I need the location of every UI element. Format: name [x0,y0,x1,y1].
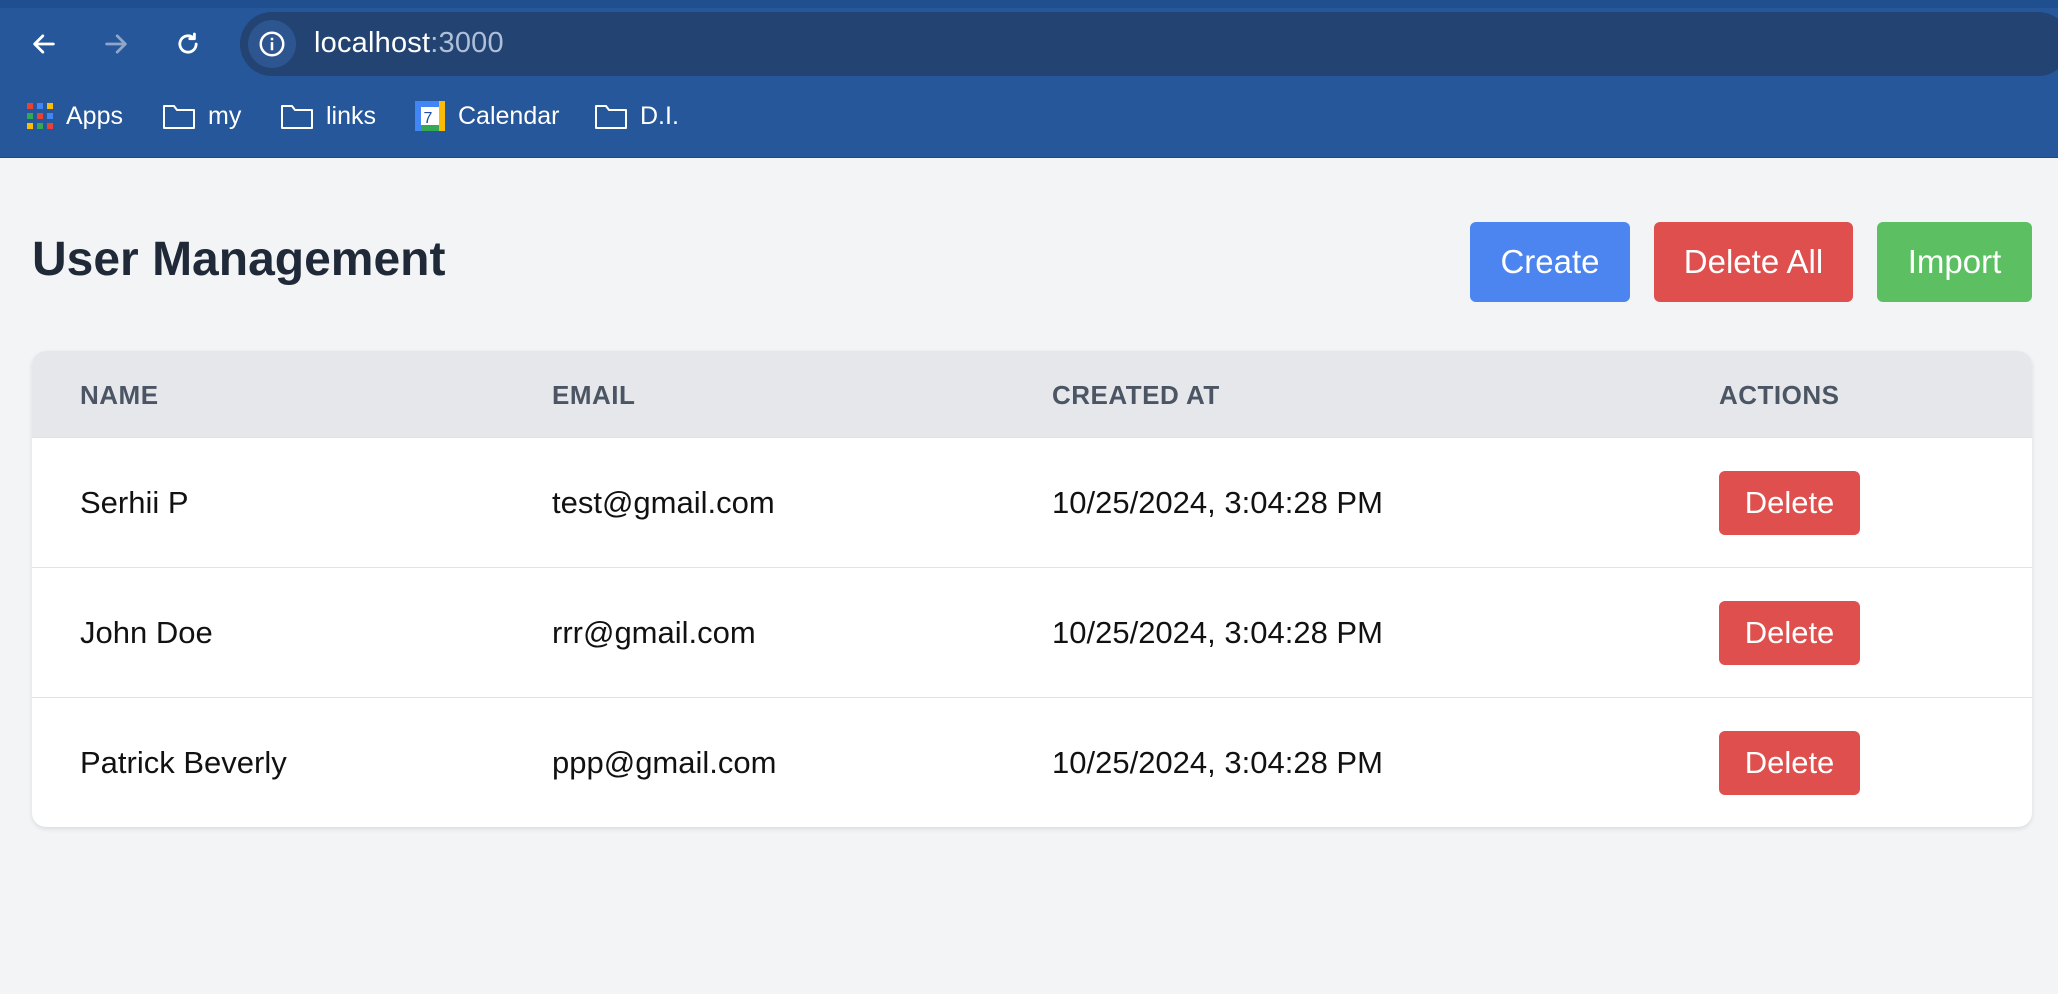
bookmark-apps[interactable]: Apps [26,96,123,136]
cell-created-at: 10/25/2024, 3:04:28 PM [1052,615,1383,650]
delete-all-button[interactable]: Delete All [1654,222,1853,302]
users-table: NAME EMAIL CREATED AT ACTIONS Serhii P t… [32,351,2032,827]
forward-button[interactable] [94,22,138,66]
delete-user-button[interactable]: Delete [1719,731,1860,795]
column-header-name: NAME [80,380,159,410]
folder-icon [281,105,313,129]
address-bar[interactable]: localhost:3000 [240,12,2058,76]
table-row: John Doe rrr@gmail.com 10/25/2024, 3:04:… [32,567,2032,697]
delete-user-button[interactable]: Delete [1719,471,1860,535]
cell-name: Serhii P [80,485,189,520]
column-header-actions: ACTIONS [1719,380,1840,410]
table-header: NAME EMAIL CREATED AT ACTIONS [32,351,2032,437]
reload-button[interactable] [166,22,210,66]
browser-chrome: localhost:3000 Apps my links 7 Calendar … [0,0,2058,158]
arrow-left-icon [33,34,55,54]
table-row: Patrick Beverly ppp@gmail.com 10/25/2024… [32,697,2032,827]
folder-icon [595,105,627,129]
bookmark-label: my [208,101,242,130]
url-host: localhost [314,27,431,59]
bookmark-di[interactable]: D.I. [594,96,679,136]
cell-created-at: 10/25/2024, 3:04:28 PM [1052,745,1383,780]
bookmark-label: links [326,101,377,130]
bookmark-label: D.I. [640,101,679,130]
back-button[interactable] [22,22,66,66]
calendar-badge: 7 [424,110,433,127]
reload-icon [178,32,198,54]
table-row: Serhii P test@gmail.com 10/25/2024, 3:04… [32,437,2032,567]
cell-created-at: 10/25/2024, 3:04:28 PM [1052,485,1383,520]
bookmark-label: Apps [66,101,123,130]
cell-name: Patrick Beverly [80,745,287,780]
calendar-icon: 7 [415,101,445,131]
bookmark-my[interactable]: my [162,96,241,136]
import-button[interactable]: Import [1877,222,2032,302]
url-port: :3000 [430,27,504,59]
tab-strip [0,0,2058,8]
page-title: User Management [32,233,446,286]
bookmarks-bar: Apps my links 7 Calendar D.I. [0,96,2058,136]
column-header-email: EMAIL [552,380,636,410]
cell-email: ppp@gmail.com [552,745,777,780]
bookmark-calendar[interactable]: 7 Calendar [414,96,559,136]
column-header-created-at: CREATED AT [1052,380,1220,410]
site-info-icon[interactable] [248,20,296,68]
cell-name: John Doe [80,615,213,650]
bookmark-label: Calendar [458,101,560,130]
apps-grid-icon [27,103,53,129]
arrow-right-icon [105,34,127,54]
bookmark-links[interactable]: links [280,96,376,136]
delete-user-button[interactable]: Delete [1719,601,1860,665]
folder-icon [163,105,195,129]
cell-email: rrr@gmail.com [552,615,756,650]
url-text: localhost:3000 [314,27,504,60]
create-button[interactable]: Create [1470,222,1630,302]
cell-email: test@gmail.com [552,485,775,520]
